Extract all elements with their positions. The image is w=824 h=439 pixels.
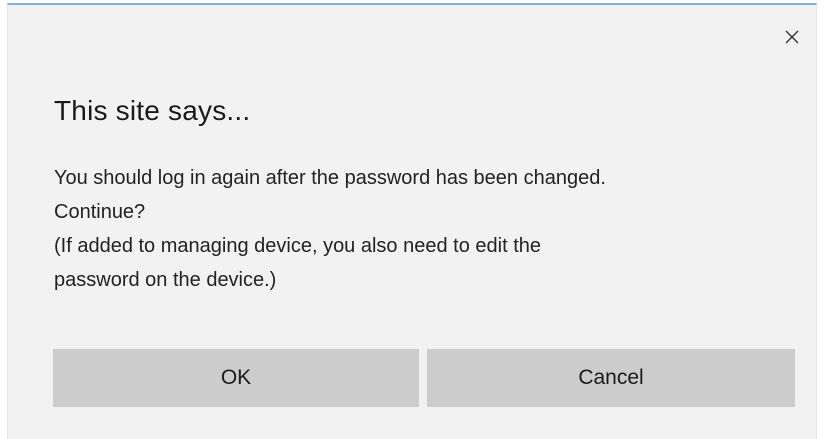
dialog-message: You should log in again after the passwo…	[54, 161, 804, 297]
message-line: Continue?	[54, 201, 146, 223]
message-line: (If added to managing device, you also n…	[54, 235, 542, 257]
close-button[interactable]	[780, 25, 804, 49]
close-icon	[784, 29, 800, 45]
message-line: You should log in again after the passwo…	[54, 167, 606, 189]
dialog-title: This site says...	[54, 95, 251, 126]
ok-button[interactable]: OK	[53, 349, 419, 407]
message-line: password on the device.)	[54, 269, 277, 291]
alert-dialog: This site says... You should log in agai…	[7, 3, 817, 439]
cancel-button[interactable]: Cancel	[427, 349, 795, 407]
